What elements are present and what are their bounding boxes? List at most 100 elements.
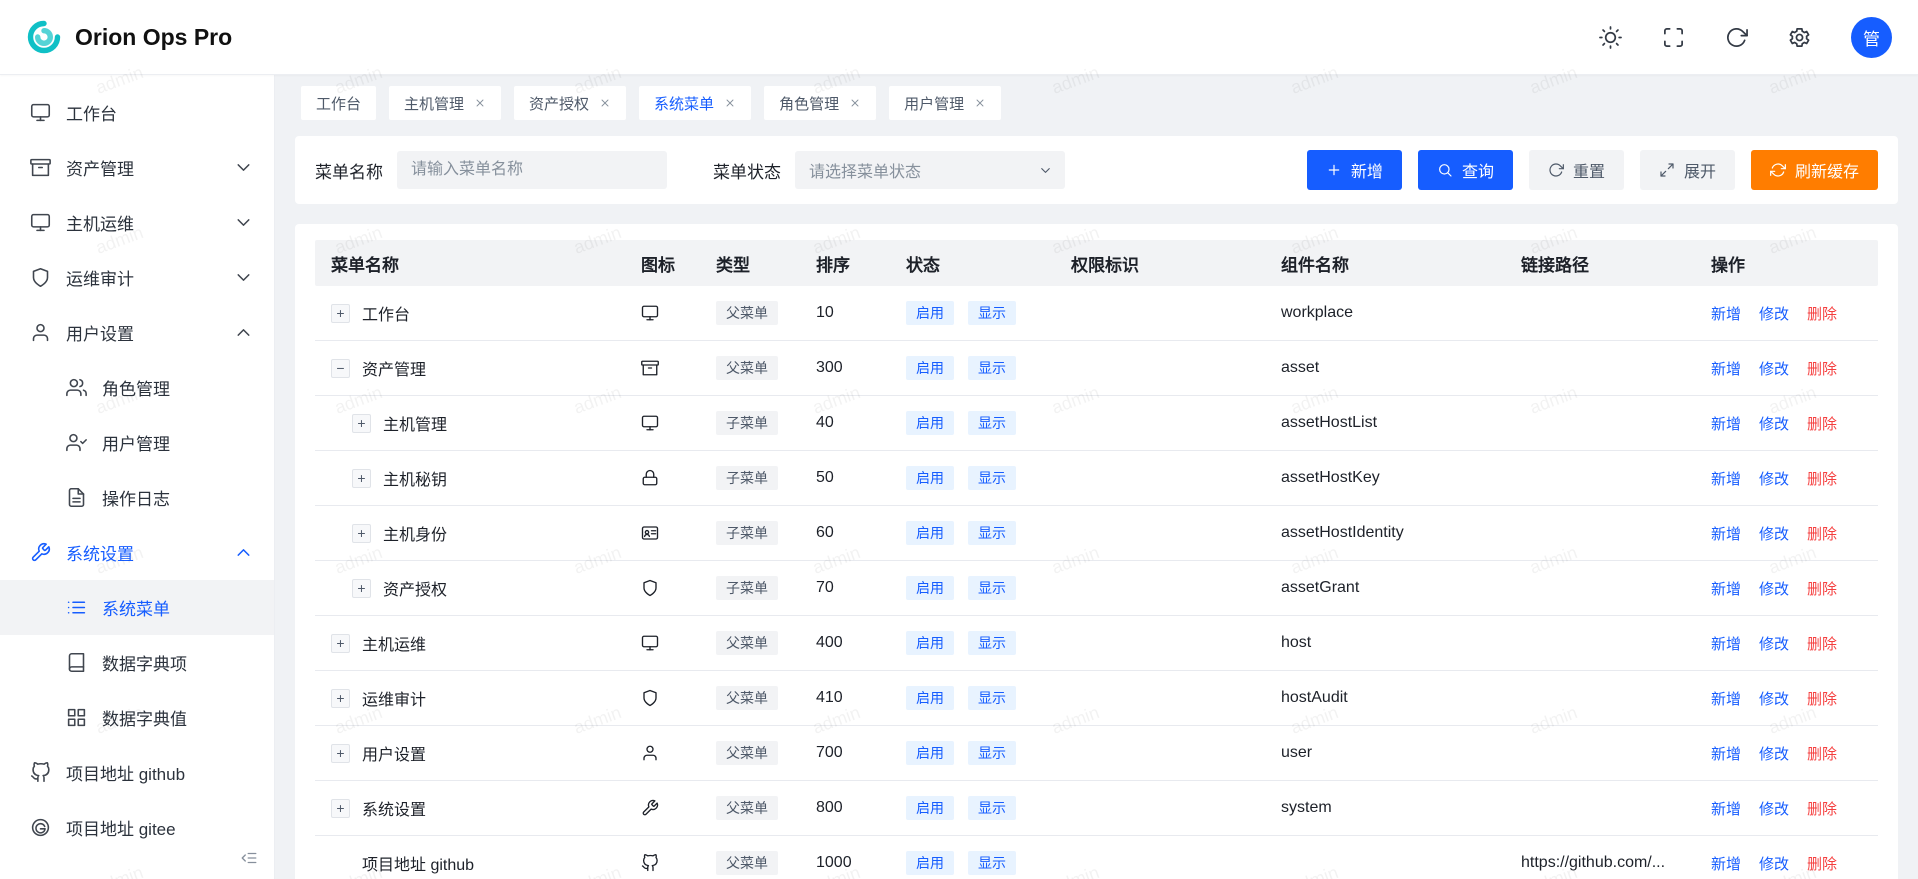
fullscreen-icon[interactable] bbox=[1662, 26, 1685, 49]
search-button[interactable]: 查询 bbox=[1418, 150, 1513, 190]
row-action-delete[interactable]: 删除 bbox=[1807, 523, 1837, 544]
row-expander[interactable]: + bbox=[331, 634, 350, 653]
column-header: 图标 bbox=[625, 251, 700, 276]
row-action-edit[interactable]: 修改 bbox=[1759, 468, 1789, 489]
chevron-down-icon bbox=[233, 267, 254, 288]
table-row: +主机运维父菜单400启用显示host新增修改删除 bbox=[315, 616, 1878, 671]
row-expander[interactable]: − bbox=[331, 359, 350, 378]
user-icon bbox=[30, 322, 51, 343]
row-action-add[interactable]: 新增 bbox=[1711, 303, 1741, 324]
sidebar-subitem[interactable]: 操作日志 bbox=[0, 470, 274, 525]
row-action-edit[interactable]: 修改 bbox=[1759, 743, 1789, 764]
sidebar-subitem[interactable]: 用户管理 bbox=[0, 415, 274, 470]
row-action-delete[interactable]: 删除 bbox=[1807, 633, 1837, 654]
row-action-add[interactable]: 新增 bbox=[1711, 578, 1741, 599]
user-icon bbox=[641, 744, 659, 762]
sync-icon bbox=[1770, 162, 1786, 178]
user-avatar[interactable]: 管 bbox=[1851, 17, 1892, 58]
row-action-delete[interactable]: 删除 bbox=[1807, 798, 1837, 819]
row-action-delete[interactable]: 删除 bbox=[1807, 743, 1837, 764]
row-expander[interactable]: + bbox=[352, 469, 371, 488]
row-action-add[interactable]: 新增 bbox=[1711, 413, 1741, 434]
row-action-delete[interactable]: 删除 bbox=[1807, 578, 1837, 599]
visible-tag: 显示 bbox=[968, 851, 1016, 875]
row-action-edit[interactable]: 修改 bbox=[1759, 798, 1789, 819]
row-action-add[interactable]: 新增 bbox=[1711, 633, 1741, 654]
tab-2[interactable]: 资产授权 bbox=[514, 86, 626, 120]
menu-name-label: 菜单名称 bbox=[315, 158, 383, 183]
row-action-edit[interactable]: 修改 bbox=[1759, 688, 1789, 709]
tab-close-icon[interactable] bbox=[974, 97, 986, 109]
row-action-add[interactable]: 新增 bbox=[1711, 358, 1741, 379]
settings-gear-icon[interactable] bbox=[1788, 26, 1811, 49]
sidebar-item[interactable]: 工作台 bbox=[0, 85, 274, 140]
column-header: 排序 bbox=[800, 251, 890, 276]
sidebar-item[interactable]: 主机运维 bbox=[0, 195, 274, 250]
tab-close-icon[interactable] bbox=[724, 97, 736, 109]
row-action-add[interactable]: 新增 bbox=[1711, 468, 1741, 489]
row-expander[interactable]: + bbox=[352, 414, 371, 433]
select-placeholder: 请选择菜单状态 bbox=[809, 158, 921, 182]
row-action-delete[interactable]: 删除 bbox=[1807, 413, 1837, 434]
row-action-edit[interactable]: 修改 bbox=[1759, 578, 1789, 599]
row-action-add[interactable]: 新增 bbox=[1711, 688, 1741, 709]
refresh-cache-button[interactable]: 刷新缓存 bbox=[1751, 150, 1878, 190]
tab-3[interactable]: 系统菜单 bbox=[639, 86, 751, 120]
sidebar-item[interactable]: 项目地址 github bbox=[0, 745, 274, 800]
row-action-add[interactable]: 新增 bbox=[1711, 523, 1741, 544]
row-action-edit[interactable]: 修改 bbox=[1759, 413, 1789, 434]
add-button[interactable]: 新增 bbox=[1307, 150, 1402, 190]
sidebar-item[interactable]: 运维审计 bbox=[0, 250, 274, 305]
row-expander[interactable]: + bbox=[331, 799, 350, 818]
reset-button[interactable]: 重置 bbox=[1529, 150, 1624, 190]
row-action-edit[interactable]: 修改 bbox=[1759, 853, 1789, 874]
sidebar-item[interactable]: 资产管理 bbox=[0, 140, 274, 195]
sidebar-item[interactable]: 用户设置 bbox=[0, 305, 274, 360]
sidebar-subitem[interactable]: 角色管理 bbox=[0, 360, 274, 415]
status-tag: 启用 bbox=[906, 686, 954, 710]
tab-4[interactable]: 角色管理 bbox=[764, 86, 876, 120]
menu-name-input[interactable] bbox=[397, 151, 667, 189]
tab-close-icon[interactable] bbox=[474, 97, 486, 109]
tab-0[interactable]: 工作台 bbox=[301, 86, 376, 120]
sidebar-subitem[interactable]: 数据字典值 bbox=[0, 690, 274, 745]
row-action-edit[interactable]: 修改 bbox=[1759, 303, 1789, 324]
row-action-delete[interactable]: 删除 bbox=[1807, 468, 1837, 489]
logo-icon bbox=[26, 19, 62, 55]
component-cell: asset bbox=[1281, 359, 1319, 377]
row-expander[interactable]: + bbox=[352, 579, 371, 598]
sidebar-item[interactable]: 项目地址 gitee bbox=[0, 800, 274, 855]
row-action-edit[interactable]: 修改 bbox=[1759, 633, 1789, 654]
type-tag: 父菜单 bbox=[716, 741, 778, 765]
tab-5[interactable]: 用户管理 bbox=[889, 86, 1001, 120]
tab-close-icon[interactable] bbox=[849, 97, 861, 109]
row-expander[interactable]: + bbox=[331, 744, 350, 763]
row-expander[interactable]: + bbox=[352, 524, 371, 543]
sidebar-collapse-icon[interactable] bbox=[240, 849, 258, 867]
column-header: 状态 bbox=[890, 251, 1055, 276]
row-expander[interactable]: + bbox=[331, 689, 350, 708]
row-action-delete[interactable]: 删除 bbox=[1807, 303, 1837, 324]
row-action-edit[interactable]: 修改 bbox=[1759, 358, 1789, 379]
sidebar-item[interactable]: 系统设置 bbox=[0, 525, 274, 580]
refresh-icon[interactable] bbox=[1725, 26, 1748, 49]
row-action-delete[interactable]: 删除 bbox=[1807, 358, 1837, 379]
order-cell: 800 bbox=[816, 799, 843, 817]
menu-status-select[interactable]: 请选择菜单状态 bbox=[795, 151, 1065, 189]
row-expander[interactable]: + bbox=[331, 304, 350, 323]
row-action-add[interactable]: 新增 bbox=[1711, 743, 1741, 764]
tab-close-icon[interactable] bbox=[599, 97, 611, 109]
sidebar-subitem[interactable]: 系统菜单 bbox=[0, 580, 274, 635]
chevron-down-icon bbox=[1038, 163, 1053, 178]
row-action-add[interactable]: 新增 bbox=[1711, 853, 1741, 874]
row-action-edit[interactable]: 修改 bbox=[1759, 523, 1789, 544]
row-action-delete[interactable]: 删除 bbox=[1807, 853, 1837, 874]
expand-button[interactable]: 展开 bbox=[1640, 150, 1735, 190]
theme-toggle-icon[interactable] bbox=[1599, 26, 1622, 49]
column-header: 菜单名称 bbox=[315, 251, 625, 276]
order-cell: 10 bbox=[816, 304, 834, 322]
row-action-delete[interactable]: 删除 bbox=[1807, 688, 1837, 709]
sidebar-subitem[interactable]: 数据字典项 bbox=[0, 635, 274, 690]
tab-1[interactable]: 主机管理 bbox=[389, 86, 501, 120]
row-action-add[interactable]: 新增 bbox=[1711, 798, 1741, 819]
